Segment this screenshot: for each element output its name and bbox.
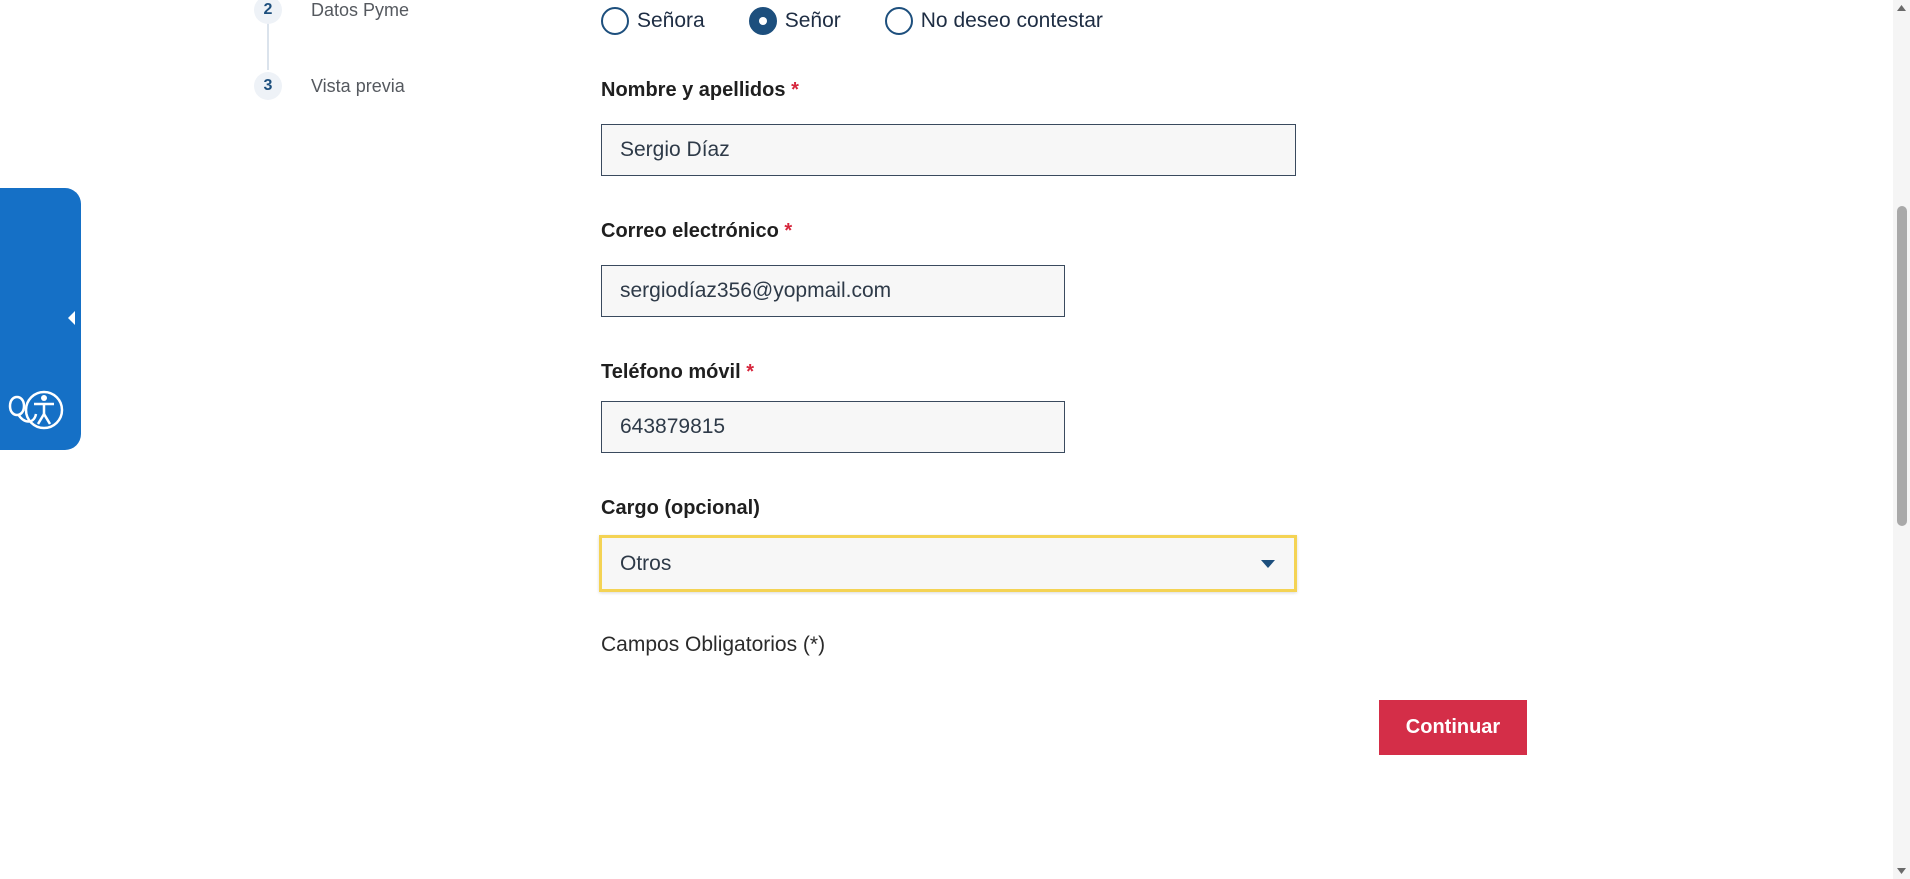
required-mark: *	[746, 361, 754, 383]
required-mark: *	[784, 220, 793, 242]
required-mark: *	[791, 79, 799, 101]
step-label-vista-previa[interactable]: Vista previa	[311, 76, 405, 97]
phone-input[interactable]: 643879815	[601, 401, 1065, 453]
accessibility-label-line2: ACCESIBILIDAD	[41, 0, 62, 135]
continue-button[interactable]: Continuar	[1379, 700, 1527, 755]
chevron-down-icon	[1261, 559, 1275, 568]
radio-button-senor[interactable]	[748, 7, 777, 35]
position-select-value: Otros	[620, 551, 672, 575]
radio-label-senora: Señora	[637, 9, 705, 32]
name-label-text: Nombre y apellidos	[601, 79, 786, 101]
accessibility-icon	[8, 390, 64, 430]
scroll-down-arrow-icon[interactable]	[1896, 867, 1907, 875]
name-input-value: Sergio Díaz	[620, 138, 730, 161]
radio-label-no-answer: No deseo contestar	[920, 9, 1103, 32]
accessibility-label-line1: HERRAMIENTAS DE	[19, 0, 40, 153]
name-input[interactable]: Sergio Díaz	[601, 124, 1296, 176]
radio-option-senor[interactable]: Señor	[748, 7, 841, 35]
radio-button-no-answer[interactable]	[884, 7, 913, 35]
phone-label-text: Teléfono móvil	[601, 361, 741, 383]
email-label-text: Correo electrónico	[601, 220, 779, 242]
radio-button-senora[interactable]	[601, 7, 629, 35]
salutation-radio-group: Señora Señor No deseo contestar	[601, 5, 1147, 37]
email-input[interactable]: sergiodíaz356@yopmail.com	[601, 265, 1065, 317]
position-label: Cargo (opcional)	[601, 497, 760, 519]
radio-option-no-answer[interactable]: No deseo contestar	[884, 7, 1103, 35]
email-label: Correo electrónico *	[601, 220, 792, 243]
required-fields-note: Campos Obligatorios (*)	[601, 633, 826, 656]
step-label-datos-pyme[interactable]: Datos Pyme	[311, 0, 409, 21]
phone-input-value: 643879815	[620, 415, 726, 438]
phone-label: Teléfono móvil *	[601, 361, 754, 384]
scroll-up-arrow-icon[interactable]	[1896, 4, 1907, 12]
collapse-arrow-icon[interactable]	[67, 310, 77, 326]
scrollbar-thumb[interactable]	[1897, 206, 1907, 526]
email-input-value: sergiodíaz356@yopmail.com	[620, 279, 892, 302]
position-select[interactable]: Otros	[599, 535, 1297, 592]
accessibility-tools-label: HERRAMIENTAS DE ACCESIBILIDAD	[6, 0, 76, 187]
name-label: Nombre y apellidos *	[601, 79, 799, 102]
radio-option-senora[interactable]: Señora	[601, 7, 705, 35]
radio-label-senor: Señor	[784, 9, 841, 32]
step-number-2: 2	[254, 0, 282, 24]
step-number-3: 3	[254, 72, 282, 100]
stepper-connector	[267, 18, 269, 70]
